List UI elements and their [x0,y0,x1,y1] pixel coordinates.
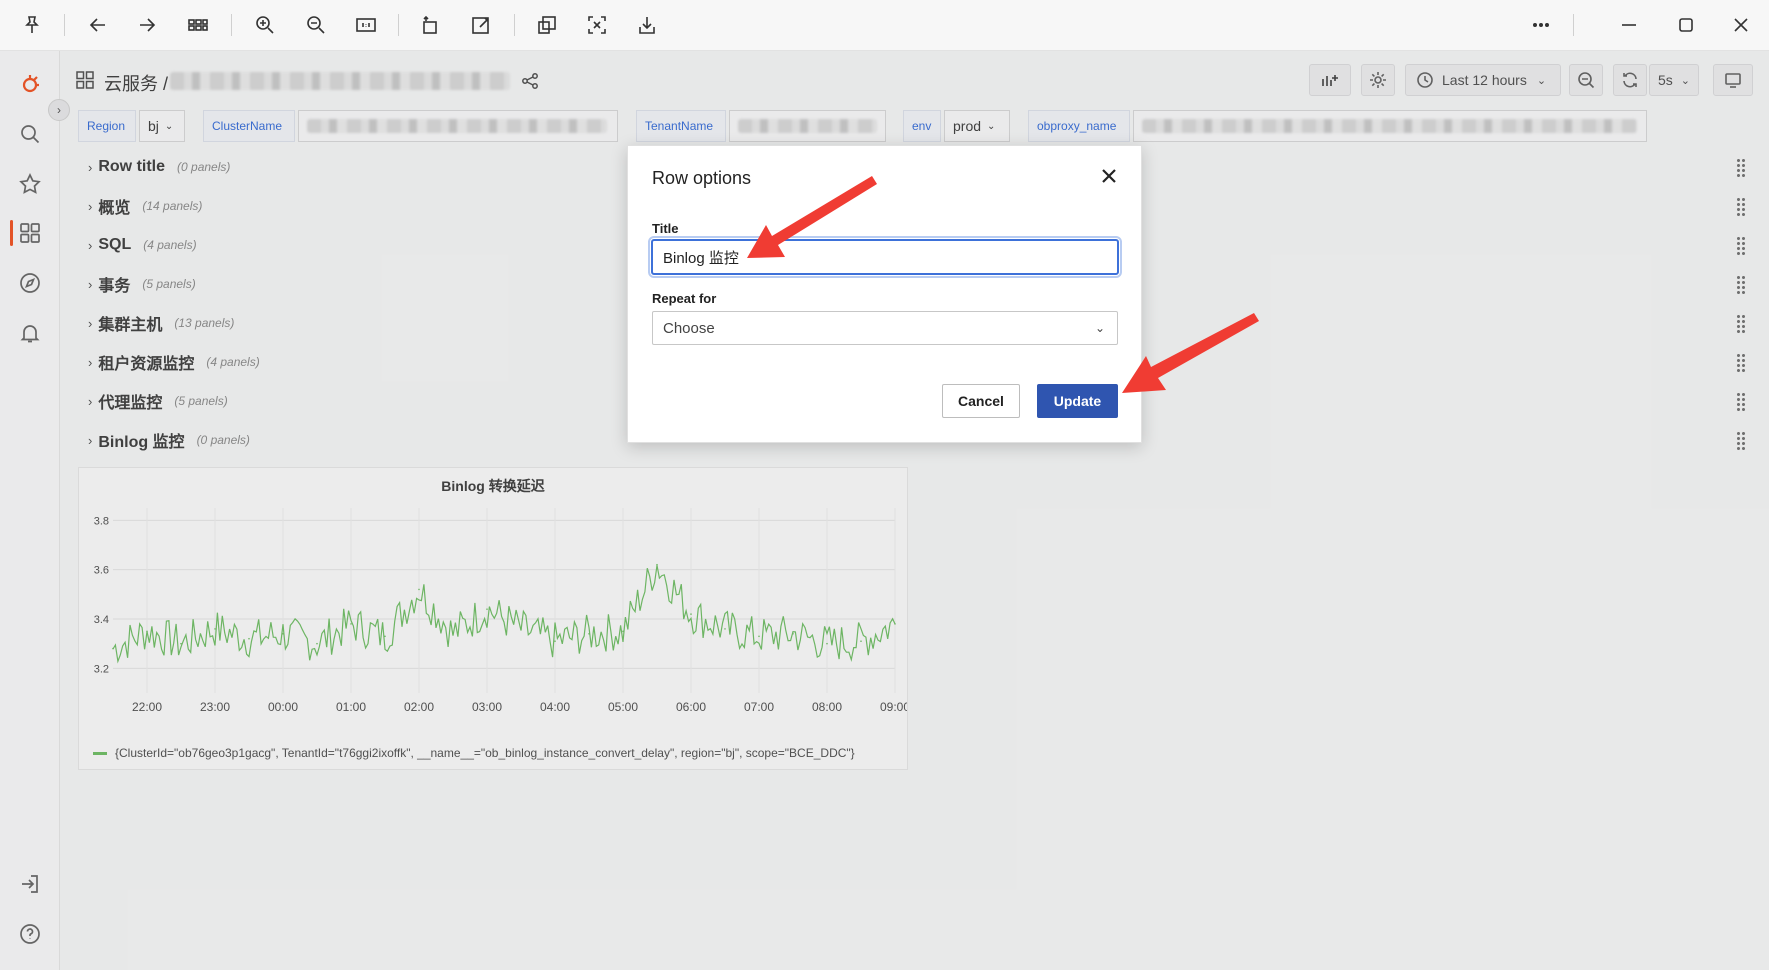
close-icon [1102,169,1116,183]
modal-title: Row options [652,168,752,188]
minimize-icon[interactable] [1616,12,1642,38]
toolbar-divider [231,14,232,36]
row-title-input[interactable] [648,236,1122,278]
close-icon[interactable] [1728,12,1754,38]
rotate-icon[interactable] [418,12,444,38]
repeat-for-select[interactable]: Choose ⌄ [652,311,1118,345]
close-modal-button[interactable] [1097,164,1121,188]
toolbar-divider [1573,14,1574,36]
repeat-field-label: Repeat for [652,291,717,306]
title-field-label: Title [652,221,679,236]
actual-size-icon[interactable] [353,12,379,38]
row-options-modal: Row options Title Repeat for Choose ⌄ Ca… [627,145,1142,443]
zoom-in-icon[interactable] [252,12,278,38]
repeat-for-value: Choose [663,319,715,337]
toolbar-divider [398,14,399,36]
pin-icon[interactable] [19,12,45,38]
more-icon[interactable] [1528,12,1554,38]
grid-view-icon[interactable] [185,12,211,38]
save-icon[interactable] [634,12,660,38]
ocr-icon[interactable] [534,12,560,38]
forward-icon[interactable] [134,12,160,38]
back-icon[interactable] [85,12,111,38]
chevron-down-icon: ⌄ [1094,321,1105,335]
toolbar-divider [514,14,515,36]
cancel-button[interactable]: Cancel [942,384,1020,418]
update-button[interactable]: Update [1037,384,1118,418]
zoom-out-icon[interactable] [303,12,329,38]
maximize-icon[interactable] [1673,12,1699,38]
toolbar-divider [64,14,65,36]
crop-icon[interactable] [584,12,610,38]
viewer-toolbar [0,0,1769,51]
edit-icon[interactable] [468,12,494,38]
